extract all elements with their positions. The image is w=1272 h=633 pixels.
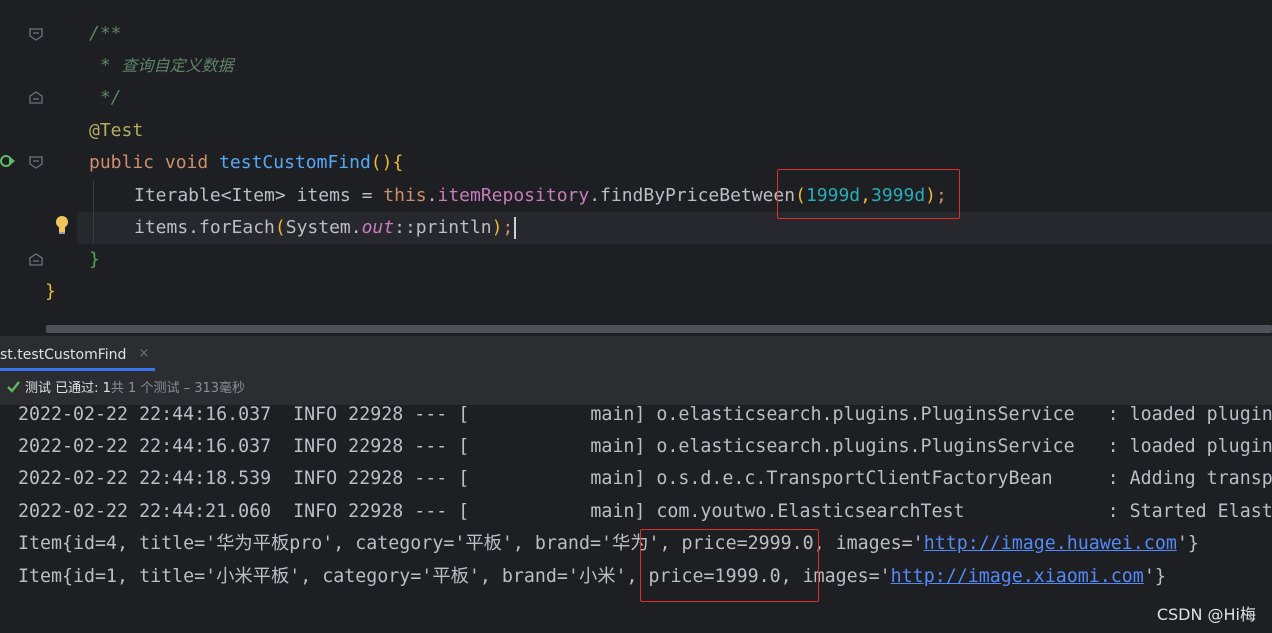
test-status-text: 测试 已通过: 1共 1 个测试 – 313毫秒 bbox=[25, 372, 245, 405]
log-line: 2022-02-22 22:44:18.539 INFO 22928 --- [… bbox=[18, 468, 1272, 489]
class-ref: System. bbox=[285, 217, 362, 238]
fold-start-icon[interactable] bbox=[29, 156, 43, 169]
method-call: .findByPriceBetween bbox=[589, 185, 796, 206]
comment-prefix: * bbox=[89, 55, 122, 76]
method-ref: ::println bbox=[394, 217, 492, 238]
semicolon: ; bbox=[502, 217, 514, 238]
log-line: 2022-02-22 22:44:16.037 INFO 22928 --- [… bbox=[18, 436, 1272, 457]
run-test-icon[interactable] bbox=[0, 152, 16, 176]
code-line-3: */ bbox=[89, 87, 122, 108]
output-link[interactable]: http://image.huawei.com bbox=[924, 533, 1177, 554]
code-editor[interactable]: /** * 查询自定义数据 */ @Test public void testC… bbox=[0, 0, 1272, 336]
watermark: CSDN @Hi梅 bbox=[1156, 605, 1256, 624]
method-call: items.forEach bbox=[134, 217, 275, 238]
static-field: out bbox=[361, 217, 395, 238]
tab-label: st.testCustomFind bbox=[0, 347, 127, 363]
status-passed: 测试 已通过: 1 bbox=[25, 381, 111, 396]
check-icon bbox=[6, 379, 21, 398]
output-link[interactable]: http://image.xiaomi.com bbox=[891, 566, 1144, 587]
close-icon[interactable]: × bbox=[137, 347, 151, 361]
type-name: Iterable bbox=[134, 185, 221, 206]
code-line-9: } bbox=[45, 281, 56, 302]
tab-test-custom-find[interactable]: st.testCustomFind bbox=[0, 338, 126, 372]
tab-active-indicator bbox=[0, 368, 155, 371]
output-item-line: Item{id=1, title='小米平板', category='平板', … bbox=[18, 561, 1166, 593]
variable: items = bbox=[285, 185, 384, 206]
lightbulb-icon[interactable] bbox=[54, 215, 70, 239]
keyword: void bbox=[164, 152, 209, 173]
output-text: '} bbox=[1176, 533, 1199, 554]
indent-guide bbox=[93, 180, 94, 244]
code-line-7: items.forEach(System.out::println); bbox=[134, 212, 516, 244]
keyword: public bbox=[89, 152, 155, 173]
parens: () bbox=[370, 152, 393, 173]
fold-start-icon[interactable] bbox=[29, 28, 43, 41]
dot: . bbox=[426, 185, 438, 206]
highlight-box-prices bbox=[640, 529, 819, 602]
comment-text: 查询自定义数据 bbox=[121, 56, 234, 75]
console-output[interactable]: 2022-02-22 22:44:16.037 INFO 22928 --- [… bbox=[0, 405, 1272, 633]
test-status-bar: 测试 已通过: 1共 1 个测试 – 313毫秒 bbox=[0, 372, 1272, 405]
output-item-line: Item{id=4, title='华为平板pro', category='平板… bbox=[18, 528, 1199, 560]
run-tab-bar: st.testCustomFind × bbox=[0, 338, 1272, 372]
code-line-8: } bbox=[89, 249, 100, 270]
log-line: 2022-02-22 22:44:21.060 INFO 22928 --- [… bbox=[18, 501, 1272, 522]
log-line: 2022-02-22 22:44:16.037 INFO 22928 --- [… bbox=[18, 405, 1272, 425]
code-line-1: /** bbox=[89, 23, 122, 44]
code-line-4: @Test bbox=[89, 120, 144, 141]
output-text: '} bbox=[1143, 566, 1166, 587]
status-summary: 共 1 个测试 – 313毫秒 bbox=[110, 381, 246, 396]
fold-end-icon[interactable] bbox=[29, 91, 43, 104]
code-line-2: * 查询自定义数据 bbox=[89, 50, 234, 82]
fold-end-icon[interactable] bbox=[29, 253, 43, 266]
generic: <Item> bbox=[220, 185, 286, 206]
paren: ) bbox=[491, 217, 503, 238]
code-line-5: public void testCustomFind(){ bbox=[89, 147, 403, 179]
brace: { bbox=[392, 152, 404, 173]
field-name: itemRepository bbox=[437, 185, 590, 206]
paren: ( bbox=[274, 217, 286, 238]
horizontal-scrollbar[interactable] bbox=[46, 325, 1272, 333]
method-name: testCustomFind bbox=[219, 152, 371, 173]
text-cursor bbox=[514, 217, 516, 239]
highlight-box-params bbox=[777, 169, 960, 219]
keyword-this: this bbox=[383, 185, 427, 206]
